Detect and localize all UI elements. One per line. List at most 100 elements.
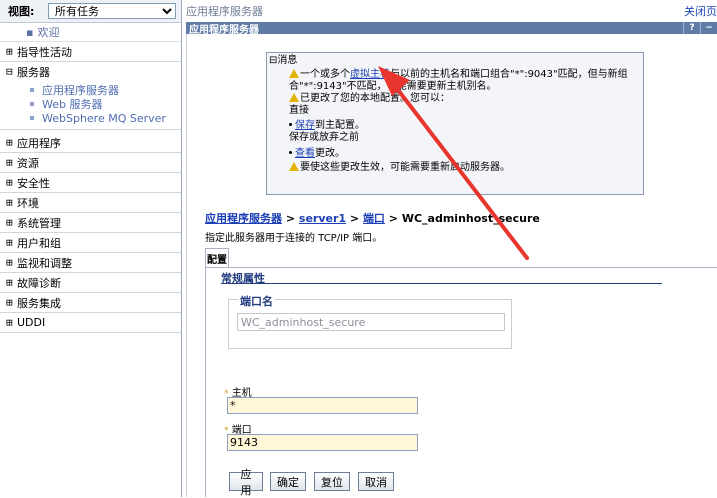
- message-config-changed: 已更改了您的本地配置。您可以： 直接: [267, 93, 643, 117]
- breadcrumb: 应用程序服务器 > server1 > 端口 > WC_adminhost_se…: [205, 210, 540, 226]
- cancel-button[interactable]: 取消: [358, 472, 394, 491]
- message-text: 到主配置。: [315, 120, 365, 131]
- close-page-link[interactable]: 关闭页: [684, 3, 717, 19]
- port-name-field: WC_adminhost_secure: [237, 313, 505, 331]
- message-text: 合"*":9143"不匹配，可能需要更新主机别名。: [289, 81, 497, 92]
- panel-controls: ? −: [683, 22, 717, 34]
- nav-section-apps[interactable]: ⊞ 应用程序: [0, 133, 181, 153]
- nav-section-label: 资源: [17, 156, 39, 170]
- nav-section-label: 指导性活动: [17, 45, 72, 59]
- view-select[interactable]: 所有任务: [48, 3, 176, 19]
- nav-section-servers[interactable]: ⊟ 服务器: [0, 62, 181, 81]
- message-text: 保存或放弃之前: [289, 132, 359, 143]
- page-description: 指定此服务器用于连接的 TCP/IP 端口。: [205, 233, 383, 244]
- message-review: 查看更改。: [267, 148, 643, 160]
- page-header: 应用程序服务器 关闭页: [186, 0, 717, 22]
- expand-icon: ⊞: [6, 136, 13, 149]
- message-text: 要使这些更改生效，可能需要重新启动服务器。: [300, 162, 510, 173]
- virtual-host-link[interactable]: 虚拟主机: [350, 69, 390, 80]
- nav-section-security[interactable]: ⊞ 安全性: [0, 173, 181, 193]
- expand-icon: ⊞: [6, 236, 13, 249]
- message-save: 保存到主配置。 保存或放弃之前: [267, 120, 643, 144]
- nav-section-guided[interactable]: ⊞ 指导性活动: [0, 42, 181, 62]
- expand-icon: ⊞: [6, 296, 13, 309]
- breadcrumb-server1[interactable]: server1: [299, 212, 346, 225]
- review-link[interactable]: 查看: [295, 148, 315, 159]
- bullet-icon: [30, 88, 34, 92]
- nav-item-web-servers[interactable]: Web 服务器: [30, 97, 181, 111]
- nav-item-mq-server[interactable]: WebSphere MQ Server: [30, 111, 181, 125]
- help-icon[interactable]: ?: [683, 22, 700, 34]
- breadcrumb-separator: >: [282, 212, 299, 225]
- nav-section-monitoring[interactable]: ⊞ 监视和调整: [0, 253, 181, 273]
- nav-section-label: 监视和调整: [17, 256, 72, 270]
- view-label: 视图:: [8, 5, 35, 18]
- expand-icon: ⊞: [6, 256, 13, 269]
- message-text: 直接: [289, 105, 309, 116]
- page-title: 应用程序服务器: [186, 5, 263, 18]
- bullet-icon: [289, 151, 292, 154]
- nav-item-label: WebSphere MQ Server: [42, 111, 166, 125]
- nav-item-label: Web 服务器: [42, 98, 103, 111]
- expand-icon: ⊞: [6, 276, 13, 289]
- warning-triangle-icon: [289, 69, 299, 78]
- ok-button[interactable]: 确定: [270, 472, 306, 491]
- welcome-label: 欢迎: [37, 26, 60, 39]
- welcome-link[interactable]: ▪ 欢迎: [0, 23, 181, 42]
- message-text: 与以前的主机名和端口组合"*":9043"匹配，但与新组: [390, 69, 628, 80]
- breadcrumb-separator: >: [346, 212, 363, 225]
- nav-section-sysadmin[interactable]: ⊞ 系统管理: [0, 213, 181, 233]
- nav-section-resources[interactable]: ⊞ 资源: [0, 153, 181, 173]
- breadcrumb-separator: >: [384, 212, 402, 225]
- nav-section-environment[interactable]: ⊞ 环境: [0, 193, 181, 213]
- bullet-icon: [289, 123, 292, 126]
- heading-rule: [221, 283, 662, 284]
- nav-section-troubleshooting[interactable]: ⊞ 故障诊断: [0, 273, 181, 293]
- expand-icon: ⊞: [6, 45, 13, 58]
- minimize-icon[interactable]: −: [700, 22, 717, 34]
- expand-icon: ⊞: [6, 316, 13, 329]
- messages-box: ⊟消息 一个或多个虚拟主机与以前的主机名和端口组合"*":9043"匹配，但与新…: [266, 52, 644, 195]
- apply-button[interactable]: 应用: [229, 468, 263, 497]
- host-input[interactable]: [227, 397, 418, 414]
- servers-submenu: 应用程序服务器 Web 服务器 WebSphere MQ Server: [0, 81, 181, 130]
- port-name-legend: 端口名: [238, 293, 275, 309]
- nav-item-app-servers[interactable]: 应用程序服务器: [30, 83, 181, 97]
- nav-section-integration[interactable]: ⊞ 服务集成: [0, 293, 181, 313]
- breadcrumb-app-servers[interactable]: 应用程序服务器: [205, 212, 282, 225]
- view-selector-row: 视图: 所有任务: [0, 0, 181, 23]
- port-input[interactable]: [227, 434, 418, 451]
- nav-section-label: 安全性: [17, 176, 50, 190]
- expand-icon: ⊞: [6, 176, 13, 189]
- messages-header[interactable]: ⊟消息: [267, 53, 643, 67]
- warning-triangle-icon: [289, 93, 299, 102]
- messages-title: 消息: [277, 55, 298, 66]
- welcome-bullet-icon: ▪: [26, 25, 34, 39]
- breadcrumb-current: WC_adminhost_secure: [401, 212, 540, 225]
- nav-section-label: 环境: [17, 196, 39, 210]
- content-panel: ⊟消息 一个或多个虚拟主机与以前的主机名和端口组合"*":9043"匹配，但与新…: [186, 34, 717, 497]
- nav-section-users[interactable]: ⊞ 用户和组: [0, 233, 181, 253]
- collapse-icon: ⊟: [6, 65, 13, 78]
- nav-section-label: UDDI: [17, 316, 46, 329]
- nav-section-label: 服务集成: [17, 296, 61, 310]
- panel-title-bar: 应用程序服务器 ? −: [186, 22, 717, 36]
- message-virtual-host: 一个或多个虚拟主机与以前的主机名和端口组合"*":9043"匹配，但与新组 合"…: [267, 69, 643, 93]
- tab-configuration[interactable]: 配置: [205, 248, 229, 268]
- navigation-panel: 视图: 所有任务 ▪ 欢迎 ⊞ 指导性活动 ⊟ 服务器 应用程序服务器 Web 服务器…: [0, 0, 182, 497]
- message-text: 一个或多个: [300, 69, 350, 80]
- expand-icon: ⊞: [6, 216, 13, 229]
- main-content: 应用程序服务器 关闭页 应用程序服务器 ? − ⊟消息 一个或多个虚拟主机与以前…: [186, 0, 717, 497]
- nav-section-label: 应用程序: [17, 136, 61, 150]
- nav-section-uddi[interactable]: ⊞ UDDI: [0, 313, 181, 333]
- nav-section-label: 系统管理: [17, 216, 61, 230]
- save-link[interactable]: 保存: [295, 120, 315, 131]
- warning-triangle-icon: [289, 162, 299, 171]
- bullet-icon: [30, 116, 34, 120]
- breadcrumb-ports[interactable]: 端口: [363, 212, 385, 225]
- message-restart: 要使这些更改生效，可能需要重新启动服务器。: [267, 162, 643, 174]
- reset-button[interactable]: 复位: [314, 472, 350, 491]
- message-text: 更改。: [315, 148, 345, 159]
- expand-icon: ⊞: [6, 196, 13, 209]
- bullet-icon: [30, 102, 34, 106]
